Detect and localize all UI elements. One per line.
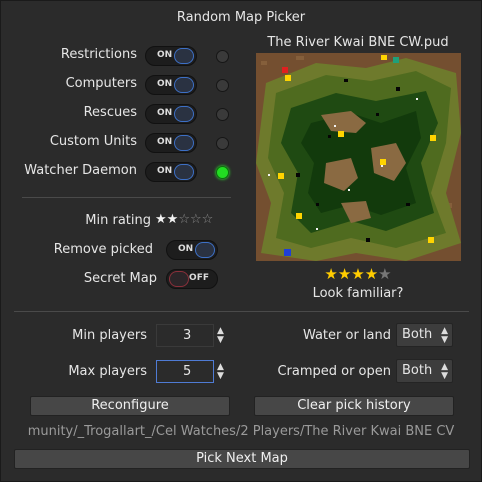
switch-label: Watcher Daemon	[24, 163, 137, 178]
remove-picked-state: ON	[178, 244, 194, 254]
min-rating-label: Min rating	[85, 213, 151, 228]
rating-star-icon[interactable]: ★	[167, 212, 179, 227]
min-players-value: 3	[183, 328, 192, 343]
secret-map-state: OFF	[189, 273, 209, 283]
secret-map-toggle[interactable]: OFF	[166, 269, 218, 289]
rating-star-icon[interactable]: ☆	[178, 212, 190, 227]
spin-down-icon[interactable]: ▼	[217, 372, 224, 381]
toggle-knob	[174, 106, 194, 122]
map-name: The River Kwai BNE CW.pud	[267, 35, 449, 50]
look-familiar-text: Look familiar?	[312, 286, 404, 301]
map-star-icon[interactable]: ★	[338, 265, 351, 283]
clear-pick-history-button[interactable]: Clear pick history	[254, 396, 454, 416]
switch-toggle[interactable]: ON	[145, 133, 197, 153]
max-players-value: 5	[183, 364, 192, 379]
switch-label: Rescues	[83, 105, 137, 120]
cramped-or-open-label: Cramped or open	[277, 364, 391, 379]
status-indicator	[216, 50, 229, 63]
window-title: Random Map Picker	[176, 10, 306, 25]
switch-state: ON	[157, 79, 173, 89]
toggle-knob	[169, 271, 189, 287]
rating-star-icon[interactable]: ☆	[190, 212, 202, 227]
switch-toggle[interactable]: ON	[145, 46, 197, 66]
toggle-knob	[174, 164, 194, 180]
toggle-knob	[174, 135, 194, 151]
map-star-icon[interactable]: ★	[378, 265, 391, 283]
map-path: munity/_Trogallart_/Cel Watches/2 Player…	[27, 424, 455, 439]
divider-top-left	[22, 197, 231, 198]
switch-state: ON	[157, 50, 173, 60]
divider-middle	[14, 311, 469, 312]
map-rating-stars[interactable]: ★★★★★	[256, 265, 460, 283]
rating-star-icon[interactable]: ★	[155, 212, 167, 227]
min-players-spinbox[interactable]: 3	[156, 324, 214, 347]
switch-state: ON	[157, 108, 173, 118]
status-indicator	[216, 137, 229, 150]
secret-map-label: Secret Map	[83, 271, 157, 286]
max-players-arrows[interactable]: ▲ ▼	[217, 363, 224, 381]
min-players-arrows[interactable]: ▲ ▼	[217, 327, 224, 345]
spin-down-icon[interactable]: ▼	[217, 336, 224, 345]
rating-star-icon[interactable]: ☆	[202, 212, 214, 227]
min-rating-stars[interactable]: ★★☆☆☆	[155, 212, 213, 227]
map-minimap-image	[256, 53, 461, 261]
pick-next-map-button[interactable]: Pick Next Map	[14, 449, 470, 469]
reconfigure-button[interactable]: Reconfigure	[30, 396, 230, 416]
max-players-spinbox[interactable]: 5	[156, 360, 214, 383]
switch-label: Restrictions	[60, 47, 137, 62]
switch-label: Custom Units	[49, 134, 137, 149]
cramped-or-open-value: Both	[402, 363, 433, 378]
toggle-knob	[174, 48, 194, 64]
toggle-knob	[174, 77, 194, 93]
map-star-icon[interactable]: ★	[365, 265, 378, 283]
max-players-label: Max players	[68, 364, 147, 379]
cramped-or-open-select[interactable]: Both ▲ ▼	[396, 359, 453, 383]
remove-picked-toggle[interactable]: ON	[166, 240, 218, 260]
status-indicator	[216, 108, 229, 121]
switch-toggle[interactable]: ON	[145, 104, 197, 124]
switch-label: Computers	[65, 76, 137, 91]
select-arrows-icon: ▲ ▼	[441, 362, 448, 381]
map-star-icon[interactable]: ★	[324, 265, 337, 283]
min-players-label: Min players	[72, 328, 147, 343]
water-or-land-label: Water or land	[302, 328, 391, 343]
switch-toggle[interactable]: ON	[145, 75, 197, 95]
status-indicator	[216, 166, 229, 179]
select-arrows-icon: ▲ ▼	[441, 326, 448, 345]
switch-state: ON	[157, 137, 173, 147]
water-or-land-select[interactable]: Both ▲ ▼	[396, 323, 453, 347]
status-indicator	[216, 79, 229, 92]
remove-picked-label: Remove picked	[53, 242, 153, 257]
switch-toggle[interactable]: ON	[145, 162, 197, 182]
water-or-land-value: Both	[402, 327, 433, 342]
map-star-icon[interactable]: ★	[351, 265, 364, 283]
switch-state: ON	[157, 166, 173, 176]
map-preview	[256, 53, 461, 261]
toggle-knob	[195, 242, 215, 258]
